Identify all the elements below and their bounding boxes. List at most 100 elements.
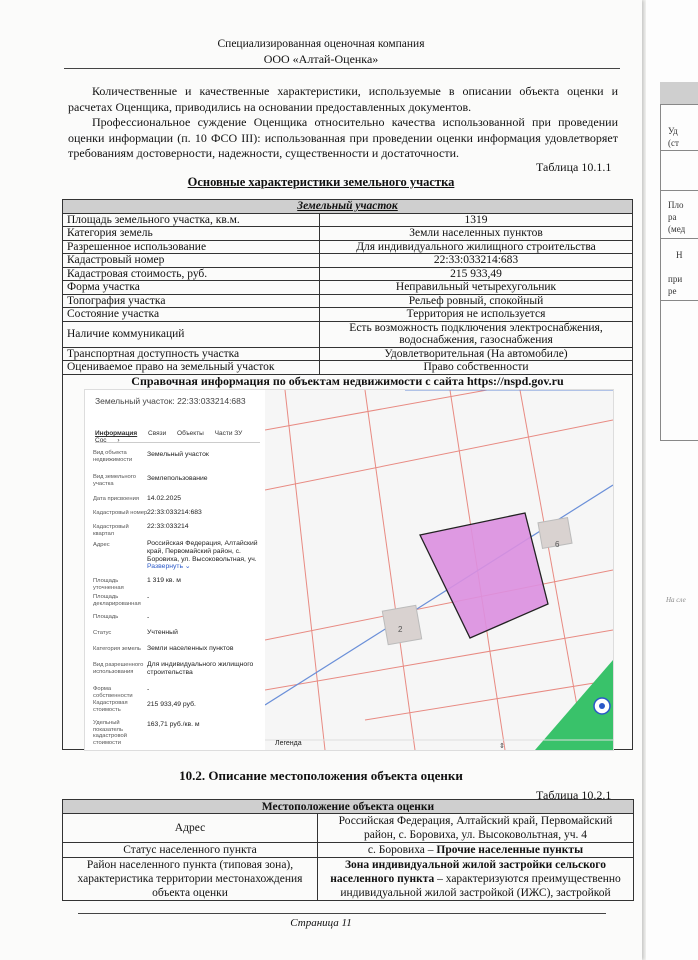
adjacent-text: Н	[676, 250, 683, 260]
row-label: Разрешенное использование	[62, 239, 320, 254]
field-value: -	[147, 614, 150, 621]
info-panel: Земельный участок: 22:33:033214:683 Инфо…	[85, 390, 265, 750]
field-label: Кадастровый номер	[93, 510, 148, 516]
field-label: Кадастровый квартал	[93, 524, 129, 537]
adjacent-text: Пло	[668, 200, 684, 210]
field-label: Кадастровая стоимость	[93, 700, 128, 713]
cadastral-map[interactable]: 6 2 ⇕	[265, 390, 613, 750]
adjacent-text: На сле	[666, 596, 686, 604]
row-label: Статус населенного пункта	[62, 842, 318, 858]
adjacent-rule	[660, 150, 698, 151]
row-label: Форма участка	[62, 280, 320, 295]
field-value: Учтенный	[147, 629, 178, 636]
panel-title: Земельный участок: 22:33:033214:683	[95, 396, 246, 406]
row-label: Наличие коммуникаций	[62, 320, 320, 348]
adjacent-rule	[660, 300, 698, 301]
field-label: Дата присвоения	[93, 496, 139, 502]
table-row: Разрешенное использование Для индивидуаль…	[62, 239, 633, 254]
field-value: 22:33:033214	[147, 523, 189, 530]
field-value: Землепользование	[147, 475, 208, 482]
row-label: Кадастровый номер	[62, 253, 320, 268]
adjacent-header-band	[660, 82, 698, 104]
row-label: Оцениваемое право на земельный участок	[62, 360, 320, 375]
field-value: 163,71 руб./кв. м	[147, 721, 200, 728]
tab-links[interactable]: Связи	[148, 430, 166, 437]
adjacent-table	[660, 104, 698, 441]
table-row: Адрес Российская Федерация, Алтайский кр…	[62, 813, 634, 843]
field-value: Земли населенных пунктов	[147, 645, 234, 652]
table-row: Кадастровый номер 22:33:033214:683	[62, 253, 633, 268]
field-value: 215 933,49 руб.	[147, 701, 196, 708]
table-row: Состояние участка Территория не используе…	[62, 307, 633, 322]
row-value: Российская Федерация, Алтайский край, Пе…	[317, 813, 634, 843]
field-value: 14.02.2025	[147, 495, 182, 502]
document-page: Специализированная оценочная компания ОО…	[0, 0, 642, 960]
row-label: Состояние участка	[62, 307, 320, 322]
tab-objects[interactable]: Объекты	[177, 430, 204, 437]
table-row: Форма участка Неправильный четырехугольни…	[62, 280, 633, 295]
table-row: Площадь земельного участка, кв.м. 1319	[62, 212, 633, 227]
paragraph-2: Профессиональное суждение Оценщика относ…	[68, 115, 618, 160]
table-row: Наличие коммуникаций Есть возможность под…	[62, 320, 633, 348]
adjacent-text: (ст	[668, 138, 679, 148]
field-value: Для индивидуального жилищного строительс…	[147, 661, 254, 676]
adjacent-text: (мед	[668, 224, 686, 234]
tab-info[interactable]: Информация	[95, 430, 137, 437]
tab-parts[interactable]: Части ЗУ	[215, 430, 243, 437]
table-row: Оцениваемое право на земельный участок Пр…	[62, 360, 633, 375]
adjacent-rule	[660, 190, 698, 191]
field-label: Статус	[93, 630, 112, 636]
row-label: Площадь земельного участка, кв.м.	[62, 212, 320, 227]
field-value: 1 319 кв. м	[147, 577, 181, 584]
row-label: Топография участка	[62, 293, 320, 308]
map-location-dot-icon	[599, 703, 605, 709]
field-label: Форма собственности	[93, 686, 133, 699]
row-value: Территория не используется	[319, 307, 633, 322]
field-label: Вид объекта недвижимости	[93, 450, 133, 463]
row-label: Транспортная доступность участка	[62, 346, 320, 361]
field-label: Удельный показатель кадастровой стоимост…	[93, 720, 127, 746]
row-value: Для индивидуального жилищного строительс…	[319, 239, 633, 254]
map-label-2: 2	[398, 625, 403, 634]
table-row: Топография участка Рельеф ровный, спокойн…	[62, 293, 633, 308]
paragraph-1: Количественные и качественные характерис…	[68, 84, 618, 114]
field-label: Вид земельного участка	[93, 474, 136, 487]
table-row: Кадастровая стоимость, руб. 215 933,49	[62, 266, 633, 281]
tab-divider	[95, 442, 260, 443]
field-value: 22:33:033214:683	[147, 509, 202, 516]
row-value: 1319	[319, 212, 633, 227]
table1-caption: Таблица 10.1.1	[536, 160, 612, 174]
row-value: 22:33:033214:683	[319, 253, 633, 268]
expand-link[interactable]: Развернуть	[147, 563, 183, 570]
row-value: 215 933,49	[319, 266, 633, 281]
row-label: Кадастровая стоимость, руб.	[62, 266, 320, 281]
map-legend[interactable]: Легенда	[275, 740, 302, 747]
row-label: Район населенного пункта (типовая зона),…	[62, 857, 318, 901]
table2-header: Местоположение объекта оценки	[62, 799, 634, 814]
status-plain: с. Боровиха –	[367, 844, 437, 856]
row-value: Удовлетворительная (На автомобиле)	[319, 346, 633, 361]
field-label: Категория земель	[93, 646, 141, 652]
adjacent-page-edge: Уд (ст Пло ра (мед Н при ре На сле	[646, 0, 698, 960]
adjacent-rule	[660, 238, 698, 239]
row-value: Земли населенных пунктов	[319, 226, 633, 241]
table1-header: Земельный участок	[62, 199, 633, 214]
row-value: Зона индивидуальной жилой застройки сель…	[317, 857, 634, 901]
field-value: -	[147, 594, 150, 601]
chevron-down-icon[interactable]: ⌄	[185, 563, 191, 570]
field-value: -	[147, 686, 150, 693]
table-row: Транспортная доступность участка Удовлетв…	[62, 346, 633, 361]
row-value: Есть возможность подключения электроснаб…	[319, 320, 633, 348]
row-value: Рельеф ровный, спокойный	[319, 293, 633, 308]
row-value: Неправильный четырехугольник	[319, 280, 633, 295]
nspd-screenshot: Земельный участок: 22:33:033214:683 Инфо…	[84, 389, 614, 751]
row-value: с. Боровиха – Прочие населенные пункты	[317, 842, 634, 858]
field-label: Площадь уточненная	[93, 578, 124, 591]
page-number: Страница 11	[290, 917, 352, 929]
address-text: Российская Федерация, Алтайский край, Пе…	[147, 540, 258, 563]
footer-rule	[78, 913, 606, 914]
company-type: Специализированная оценочная компания	[217, 38, 425, 50]
chevron-up-down-icon[interactable]: ⇕	[499, 742, 505, 750]
adjacent-text: ре	[668, 286, 677, 296]
row-label: Категория земель	[62, 226, 320, 241]
